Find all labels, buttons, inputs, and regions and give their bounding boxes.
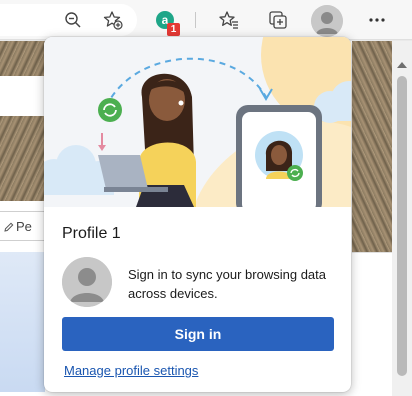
pencil-icon [4,222,14,232]
toolbar-separator [195,12,196,28]
page-image-left [0,41,45,201]
scroll-up-arrow-icon[interactable] [397,62,407,68]
page-white-strip [0,76,45,116]
profile-flyout: Profile 1 Sign in to sync your browsing … [44,37,351,392]
profile-name: Profile 1 [62,225,121,242]
sign-in-button[interactable]: Sign in [62,317,334,351]
profile-picture-icon [62,257,112,307]
page-edit-button[interactable]: Pe [0,211,48,241]
page-content-blue [0,252,45,392]
browser-toolbar: a 1 [0,0,412,40]
manage-profile-settings-link[interactable]: Manage profile settings [64,363,198,378]
collections-icon[interactable] [263,5,293,35]
profile-avatar-icon[interactable] [311,5,343,37]
sync-message: Sign in to sync your browsing data acros… [128,267,326,301]
extension-badge: 1 [167,23,180,36]
scrollbar-thumb[interactable] [397,76,407,376]
more-options-icon[interactable] [362,5,392,35]
sync-illustration [44,37,351,207]
favorites-icon[interactable] [214,5,244,35]
page-edit-label: Pe [16,218,32,234]
zoom-out-icon[interactable] [58,5,88,35]
page-content-right [352,252,392,392]
add-favorite-icon[interactable] [98,5,128,35]
